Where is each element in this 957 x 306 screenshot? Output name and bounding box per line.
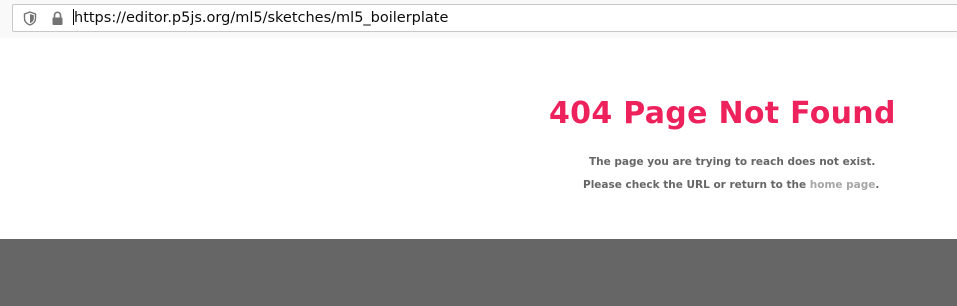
page-content: 404 Page Not Found The page you are tryi… — [0, 38, 957, 239]
page-footer — [0, 239, 957, 306]
error-message-line2: Please check the URL or return to the ho… — [583, 179, 879, 191]
browser-toolbar: https://editor.p5js.org/ml5/sketches/ml5… — [0, 0, 957, 38]
shield-icon[interactable] — [23, 11, 37, 26]
address-bar[interactable]: https://editor.p5js.org/ml5/sketches/ml5… — [12, 4, 957, 32]
error-title: 404 Page Not Found — [549, 96, 896, 131]
lock-icon[interactable] — [51, 11, 64, 26]
url-text[interactable]: https://editor.p5js.org/ml5/sketches/ml5… — [73, 9, 448, 27]
error-message-prefix: Please check the URL or return to the — [583, 179, 810, 191]
url-value: https://editor.p5js.org/ml5/sketches/ml5… — [74, 10, 449, 26]
error-message-line1: The page you are trying to reach does no… — [589, 156, 876, 168]
home-page-link[interactable]: home page — [810, 179, 876, 191]
error-message-suffix: . — [875, 179, 880, 191]
